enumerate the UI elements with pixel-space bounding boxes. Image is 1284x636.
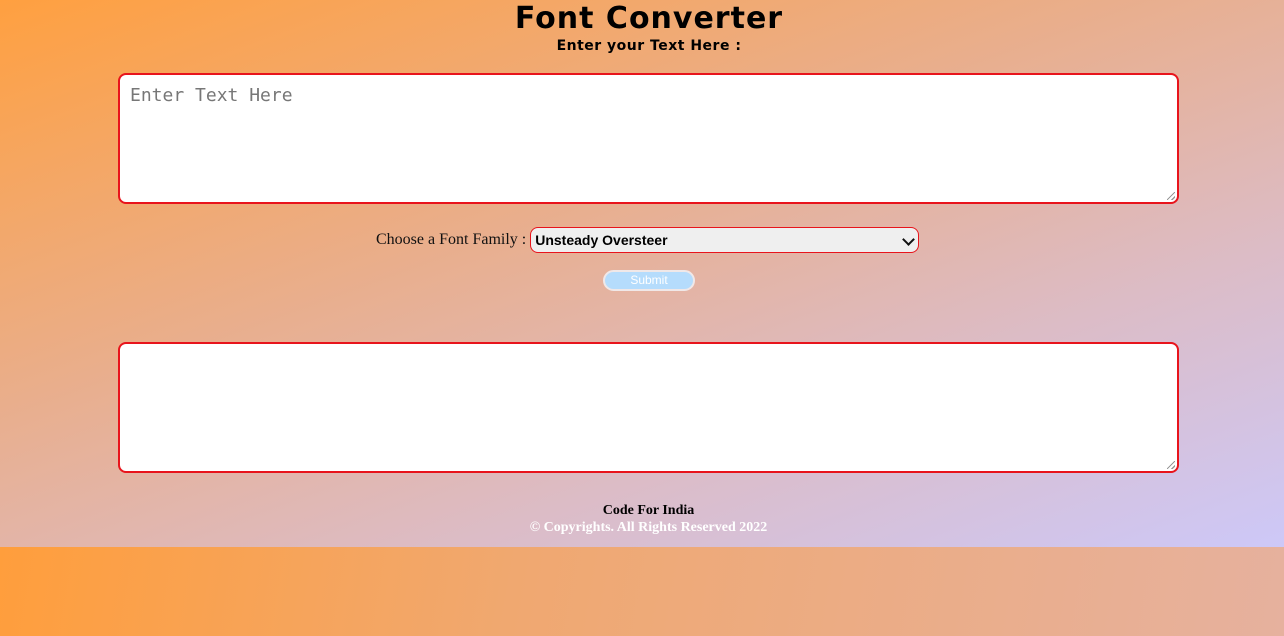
footer-copyright: © Copyrights. All Rights Reserved 2022 xyxy=(529,520,768,535)
font-family-select[interactable]: Unsteady Oversteer xyxy=(530,227,920,253)
chevron-down-icon xyxy=(902,233,916,246)
footer-title: Code For India xyxy=(602,503,695,518)
font-family-selected-value: Unsteady Oversteer xyxy=(535,232,668,248)
resize-grip-icon[interactable] xyxy=(1167,192,1175,200)
page-subtitle: Enter your Text Here : xyxy=(556,38,742,54)
font-family-label: Choose a Font Family : xyxy=(376,231,527,248)
page-title: Font Converter xyxy=(514,1,784,36)
page-bottom-band xyxy=(0,547,1284,636)
text-input-area[interactable]: Enter Text Here xyxy=(118,73,1179,204)
text-output-area[interactable] xyxy=(118,342,1179,473)
submit-button[interactable]: Submit xyxy=(603,270,695,291)
resize-grip-icon[interactable] xyxy=(1167,461,1175,469)
font-family-row: Choose a Font Family : Unsteady Overstee… xyxy=(376,227,920,253)
text-input-placeholder: Enter Text Here xyxy=(130,85,293,106)
